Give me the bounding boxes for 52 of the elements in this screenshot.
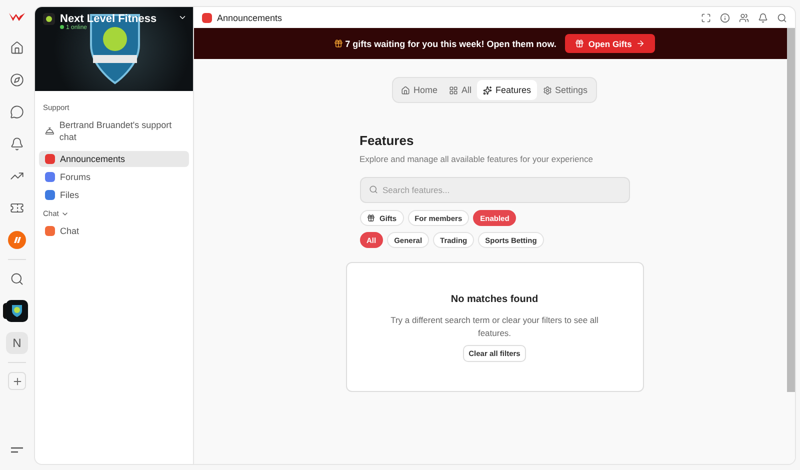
search-field[interactable]: Search features... bbox=[360, 177, 630, 203]
gear-icon bbox=[543, 86, 552, 94]
bell-icon[interactable] bbox=[758, 12, 768, 22]
server-letter-button[interactable]: N bbox=[6, 332, 28, 354]
server-avatar-icon bbox=[43, 13, 55, 25]
empty-title: No matches found bbox=[450, 294, 538, 305]
bell-icon bbox=[45, 126, 54, 136]
channel-icon bbox=[202, 12, 212, 22]
grid-icon bbox=[449, 86, 458, 94]
bell-icon bbox=[10, 137, 24, 151]
channel-item[interactable]: Files bbox=[39, 187, 189, 203]
channel-icon bbox=[45, 226, 55, 236]
status-dot bbox=[60, 25, 64, 30]
arrow-right-icon bbox=[636, 39, 645, 48]
sparkle-icon bbox=[483, 86, 492, 94]
search-icon bbox=[10, 272, 24, 286]
gift-icon bbox=[366, 214, 374, 222]
channel-item[interactable]: Forums bbox=[39, 169, 189, 185]
home-icon bbox=[401, 86, 410, 94]
channel-item[interactable]: Announcements bbox=[39, 151, 189, 167]
add-server-button[interactable] bbox=[8, 372, 26, 390]
gift-icon bbox=[575, 39, 584, 48]
tab[interactable]: All bbox=[443, 80, 478, 100]
chevron-down-icon[interactable] bbox=[178, 13, 187, 22]
home-icon bbox=[10, 41, 24, 55]
section-heading: Features bbox=[360, 133, 415, 148]
fullscreen-icon[interactable] bbox=[701, 12, 711, 22]
ticket-icon bbox=[10, 201, 24, 215]
info-icon[interactable] bbox=[720, 12, 730, 22]
chat-icon bbox=[10, 105, 24, 119]
banner-text: 7 gifts waiting for you this week! Open them now. bbox=[345, 38, 556, 48]
brand-icon bbox=[8, 231, 26, 249]
server-button[interactable] bbox=[6, 300, 28, 322]
channel-item[interactable]: Bertrand Bruandet's support chat bbox=[39, 117, 189, 145]
section-subtitle: Explore and manage all available features for your experience bbox=[360, 154, 594, 164]
plus-icon bbox=[12, 376, 22, 386]
app-button[interactable] bbox=[6, 229, 28, 251]
search-icon[interactable] bbox=[777, 12, 787, 22]
server-name: Next Level Fitness bbox=[60, 13, 158, 25]
server-avatar-icon bbox=[6, 300, 28, 322]
empty-text: Try a different search term or clear your filters to see all features. bbox=[390, 314, 600, 340]
tab[interactable]: Features bbox=[477, 80, 538, 100]
channel-title: Announcements bbox=[217, 12, 284, 22]
tab[interactable]: Settings bbox=[537, 80, 594, 100]
members-icon[interactable] bbox=[739, 12, 749, 22]
compass-icon bbox=[10, 73, 24, 87]
channel-item[interactable]: Chat bbox=[39, 223, 189, 239]
scrollbar[interactable] bbox=[787, 28, 795, 392]
gift-icon bbox=[334, 39, 344, 48]
tab[interactable]: Home bbox=[395, 80, 444, 100]
logo-icon bbox=[9, 12, 25, 22]
open-gifts-button[interactable]: Open Gifts bbox=[565, 34, 655, 53]
